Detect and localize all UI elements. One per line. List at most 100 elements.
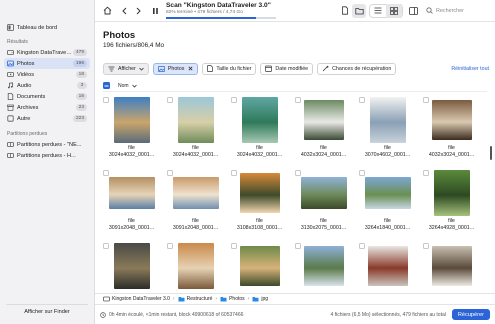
sidebar-item-count: 479 (72, 49, 87, 56)
show-filter-button[interactable]: Afficher (103, 62, 149, 75)
folder-view-button[interactable] (352, 3, 366, 18)
forward-button[interactable] (131, 4, 145, 18)
vertical-scrollbar[interactable] (490, 146, 492, 160)
back-button[interactable] (117, 4, 131, 18)
breadcrumb-label: Kingston DataTraveler 3.0 (112, 296, 170, 302)
sidebar-item-kingston[interactable]: Kingston DataTraveler 3.0479 (4, 47, 90, 58)
file-checkbox[interactable] (167, 97, 173, 103)
size-filter-button[interactable]: Taille du fichier (202, 62, 257, 75)
preview-panel-button[interactable] (406, 4, 420, 18)
filter-lines-icon (108, 66, 115, 72)
file-tile[interactable]: file 3024x4032_0001... (103, 95, 160, 165)
file-checkbox[interactable] (359, 243, 365, 249)
file-checkbox[interactable] (231, 170, 237, 176)
file-tile[interactable]: file 3091x2048_0001... (167, 168, 224, 238)
file-checkbox[interactable] (295, 243, 301, 249)
active-filter-chip[interactable]: Photos (152, 62, 199, 75)
app-window: Tableau de bord Résultats Kingston DataT… (0, 0, 495, 324)
thumbnail-container (423, 241, 480, 290)
page-title: Photos (103, 30, 136, 41)
file-checkbox[interactable] (359, 170, 365, 176)
file-tile[interactable]: file 3024x4032_0001... (167, 95, 224, 165)
photo-thumbnail (364, 176, 411, 209)
sidebar-item-archives[interactable]: Archives 23 (4, 102, 90, 113)
partition-icon (7, 152, 14, 159)
file-checkbox[interactable] (295, 170, 301, 176)
file-checkbox[interactable] (103, 170, 109, 176)
breadcrumb-item[interactable]: Restructuré (178, 296, 212, 302)
toolbar: Scan "Kingston DataTraveler 3.0" 82% ter… (95, 0, 495, 22)
sidebar-item-photos[interactable]: Photos 196 (4, 58, 90, 69)
file-tile[interactable]: file 4032x3024_0001... (423, 95, 480, 165)
date-filter-button[interactable]: Date modifiée (260, 62, 314, 75)
file-checkbox[interactable] (231, 243, 237, 249)
reset-all-link[interactable]: Réinitialiser tout (451, 66, 489, 72)
grid-view-button[interactable] (386, 3, 402, 18)
close-icon[interactable] (188, 66, 193, 71)
sidebar-panel-icon (408, 6, 418, 15)
file-checkbox[interactable] (359, 97, 365, 103)
document-icon (342, 6, 348, 15)
file-tile[interactable]: file 3264x1840_0001... (359, 168, 416, 238)
file-checkbox[interactable] (423, 243, 429, 249)
list-icon (374, 7, 382, 14)
file-tile[interactable]: file 3264x4928_0001... (423, 168, 480, 238)
sidebar-item-count: 3 (77, 82, 87, 89)
home-icon (103, 6, 111, 15)
document-view-button[interactable] (338, 4, 352, 18)
file-checkbox[interactable] (103, 243, 109, 249)
lost-partitions-list: Partitions perdues - "NE... Partitions pe… (0, 139, 94, 161)
name-column-header[interactable]: Nom (118, 83, 137, 89)
sidebar-item-audio[interactable]: Audio 3 (4, 80, 90, 91)
scan-subtitle: 82% terminé • 479 fichiers / 4,74 Go (166, 10, 243, 16)
breadcrumb-item[interactable]: jpg (252, 296, 268, 302)
sidebar-item-videos[interactable]: Vidéos 18 (4, 69, 90, 80)
sidebar-item-dashboard[interactable]: Tableau de bord (4, 22, 90, 33)
main-panel: Scan "Kingston DataTraveler 3.0" 82% ter… (95, 0, 495, 324)
sidebar-item-lost-partition[interactable]: Partitions perdues - H... (4, 150, 90, 161)
chances-filter-button[interactable]: Chances de récupération (317, 62, 397, 75)
show-in-finder-button[interactable]: Afficher sur Finder (6, 304, 88, 316)
list-view-button[interactable] (370, 4, 386, 18)
photo-thumbnail (369, 96, 406, 143)
thumbnail-container (167, 168, 224, 217)
sidebar-item-lost-partition[interactable]: Partitions perdues - "NE... (4, 139, 90, 150)
file-size-icon (207, 65, 214, 72)
file-tile[interactable]: file 3091x2048_0001... (103, 168, 160, 238)
file-tile[interactable]: file 3130x2075_0001... (295, 168, 352, 238)
file-tile[interactable]: file 3024x4032_0001... (231, 95, 288, 165)
sidebar-item-autre[interactable]: Autre 223 (4, 113, 90, 124)
search-field[interactable]: Rechercher (426, 4, 490, 17)
pause-button[interactable] (148, 4, 162, 18)
home-button[interactable] (100, 4, 114, 18)
breadcrumb-label: Photos (229, 296, 245, 302)
file-checkbox[interactable] (103, 97, 109, 103)
calendar-icon (265, 65, 273, 72)
filter-bar: Afficher Photos Taille du fichier Date m… (103, 62, 489, 75)
progress-fill (166, 17, 257, 19)
show-filter-label: Afficher (118, 65, 136, 72)
breadcrumb-item[interactable]: Kingston DataTraveler 3.0 (103, 296, 170, 302)
file-dimensions: 3024x4032_0001... (108, 151, 155, 158)
file-checkbox[interactable] (423, 170, 429, 176)
chevron-right-icon: › (247, 296, 250, 302)
thumbnail-container (359, 241, 416, 290)
file-tile[interactable]: file 3108x3108_0001... (231, 168, 288, 238)
file-tile[interactable]: file 4032x3024_0001... (295, 95, 352, 165)
file-checkbox[interactable] (167, 243, 173, 249)
minus-icon (104, 85, 109, 86)
thumbnail-container (103, 95, 160, 144)
chevron-right-icon: › (172, 296, 175, 302)
file-tile[interactable]: file 3070x4602_0001... (359, 95, 416, 165)
sidebar-item-documents[interactable]: Documents 16 (4, 91, 90, 102)
file-checkbox[interactable] (295, 97, 301, 103)
file-checkbox[interactable] (231, 97, 237, 103)
breadcrumb-item[interactable]: Photos (220, 296, 245, 302)
file-checkbox[interactable] (167, 170, 173, 176)
drive-icon (7, 49, 14, 56)
select-all-checkbox[interactable] (103, 82, 110, 89)
recover-button[interactable]: Récupérer (451, 309, 490, 320)
file-checkbox[interactable] (423, 97, 429, 103)
archive-icon (7, 104, 14, 111)
file-grid: file 3024x4032_0001... file 3024x4032_0001.… (103, 95, 481, 311)
